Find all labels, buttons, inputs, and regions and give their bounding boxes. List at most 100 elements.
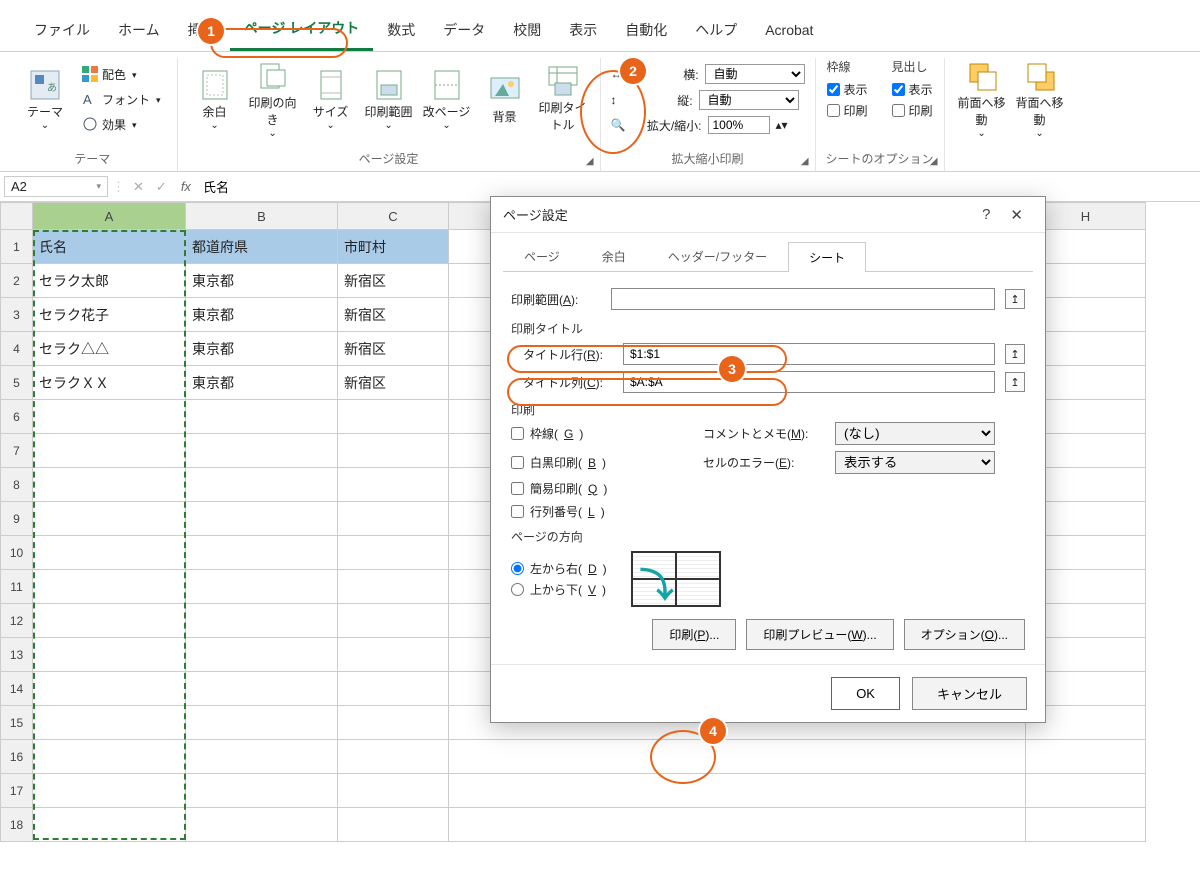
cell[interactable] (338, 502, 449, 536)
cell[interactable] (33, 536, 186, 570)
cell[interactable]: セラク花子 (33, 298, 186, 332)
row-header[interactable]: 5 (0, 366, 33, 400)
row-header[interactable]: 18 (0, 808, 33, 842)
width-select[interactable]: 自動 (705, 64, 805, 84)
cell[interactable] (449, 774, 1026, 808)
formula-input[interactable] (201, 177, 1196, 196)
range-picker-icon[interactable]: ↥ (1005, 344, 1025, 364)
col-header-a[interactable]: A (33, 202, 186, 230)
cell[interactable]: 東京都 (186, 264, 338, 298)
row-header[interactable]: 14 (0, 672, 33, 706)
effects-button[interactable]: 効果 (76, 114, 167, 135)
size-button[interactable]: サイズ (304, 58, 358, 140)
send-backward-button[interactable]: 背面へ移動 (1013, 58, 1067, 140)
sheet-options-dialog-launcher[interactable]: ◢ (930, 156, 938, 167)
select-all-corner[interactable] (0, 202, 33, 230)
print-titles-button[interactable]: 印刷タイトル (536, 58, 590, 140)
cell[interactable] (1026, 808, 1146, 842)
bring-forward-button[interactable]: 前面へ移動 (955, 58, 1009, 140)
enter-icon[interactable]: ✓ (152, 179, 171, 195)
row-header[interactable]: 17 (0, 774, 33, 808)
gridlines-view-checkbox[interactable]: 表示 (827, 81, 868, 98)
cancel-button[interactable]: キャンセル (912, 677, 1027, 710)
fx-icon[interactable]: fx (175, 179, 197, 194)
dlg-tab-headerfooter[interactable]: ヘッダー/フッター (647, 241, 788, 271)
colors-button[interactable]: 配色 (76, 64, 167, 85)
row-header[interactable]: 4 (0, 332, 33, 366)
cell[interactable] (338, 570, 449, 604)
print-gridlines-checkbox[interactable]: 枠線(G) (511, 425, 691, 442)
cancel-icon[interactable]: ✕ (129, 179, 148, 195)
ok-button[interactable]: OK (831, 677, 900, 710)
tab-file[interactable]: ファイル (20, 10, 104, 50)
scale-input[interactable] (708, 116, 770, 134)
scale-dialog-launcher[interactable]: ◢ (801, 156, 809, 167)
print-area-button[interactable]: 印刷範囲 (362, 58, 416, 140)
dlg-tab-sheet[interactable]: シート (788, 242, 866, 272)
fonts-button[interactable]: Aフォント (76, 89, 167, 110)
row-header[interactable]: 16 (0, 740, 33, 774)
print-area-input[interactable] (611, 288, 995, 310)
cell[interactable] (33, 604, 186, 638)
tab-automate[interactable]: 自動化 (611, 10, 681, 50)
print-rowcol-checkbox[interactable]: 行列番号(L) (511, 503, 691, 520)
cell[interactable] (33, 740, 186, 774)
cell[interactable] (338, 468, 449, 502)
dlg-tab-page[interactable]: ページ (503, 241, 581, 271)
tab-data[interactable]: データ (429, 10, 499, 50)
cell[interactable] (33, 570, 186, 604)
row-header[interactable]: 2 (0, 264, 33, 298)
row-header[interactable]: 6 (0, 400, 33, 434)
cell[interactable] (33, 468, 186, 502)
cell[interactable]: 新宿区 (338, 264, 449, 298)
cell[interactable] (338, 672, 449, 706)
cell[interactable] (33, 706, 186, 740)
headings-view-checkbox[interactable]: 表示 (892, 81, 933, 98)
range-picker-icon[interactable]: ↥ (1005, 372, 1025, 392)
tab-acrobat[interactable]: Acrobat (751, 12, 827, 48)
cell[interactable] (186, 706, 338, 740)
cell[interactable]: 都道府県 (186, 230, 338, 264)
cell[interactable]: 市町村 (338, 230, 449, 264)
background-button[interactable]: 背景 (478, 58, 532, 140)
cell[interactable] (186, 638, 338, 672)
tab-home[interactable]: ホーム (104, 10, 174, 50)
col-header-c[interactable]: C (338, 202, 449, 230)
cell[interactable] (186, 604, 338, 638)
height-select[interactable]: 自動 (699, 90, 799, 110)
cell[interactable]: 東京都 (186, 366, 338, 400)
cell[interactable] (186, 536, 338, 570)
cell[interactable] (449, 740, 1026, 774)
cell[interactable] (33, 808, 186, 842)
cell[interactable] (338, 434, 449, 468)
cell[interactable] (338, 774, 449, 808)
cell[interactable] (338, 706, 449, 740)
cell[interactable]: セラク太郎 (33, 264, 186, 298)
cell[interactable] (1026, 740, 1146, 774)
row-header[interactable]: 12 (0, 604, 33, 638)
margins-button[interactable]: 余白 (188, 58, 242, 140)
cell[interactable] (33, 400, 186, 434)
row-header[interactable]: 9 (0, 502, 33, 536)
dlg-tab-margins[interactable]: 余白 (581, 241, 647, 271)
cell[interactable]: 新宿区 (338, 298, 449, 332)
errors-select[interactable]: 表示する (835, 451, 995, 474)
cell[interactable]: 氏名 (33, 230, 186, 264)
title-rows-input[interactable] (623, 343, 995, 365)
page-setup-dialog-launcher[interactable]: ◢ (586, 156, 594, 167)
options-button[interactable]: オプション(O)... (904, 619, 1025, 650)
tab-formulas[interactable]: 数式 (373, 10, 429, 50)
cell[interactable] (33, 638, 186, 672)
breaks-button[interactable]: 改ページ (420, 58, 474, 140)
orientation-button[interactable]: 印刷の向き (246, 58, 300, 140)
cell[interactable] (338, 638, 449, 672)
themes-button[interactable]: あ テーマ (18, 58, 72, 140)
headings-print-checkbox[interactable]: 印刷 (892, 102, 933, 119)
cell[interactable]: 東京都 (186, 332, 338, 366)
row-header[interactable]: 8 (0, 468, 33, 502)
cell[interactable] (186, 774, 338, 808)
cell[interactable] (186, 400, 338, 434)
close-icon[interactable]: ✕ (1000, 206, 1033, 224)
order-ttb-radio[interactable]: 上から下(V) (511, 581, 607, 598)
cell[interactable] (33, 672, 186, 706)
